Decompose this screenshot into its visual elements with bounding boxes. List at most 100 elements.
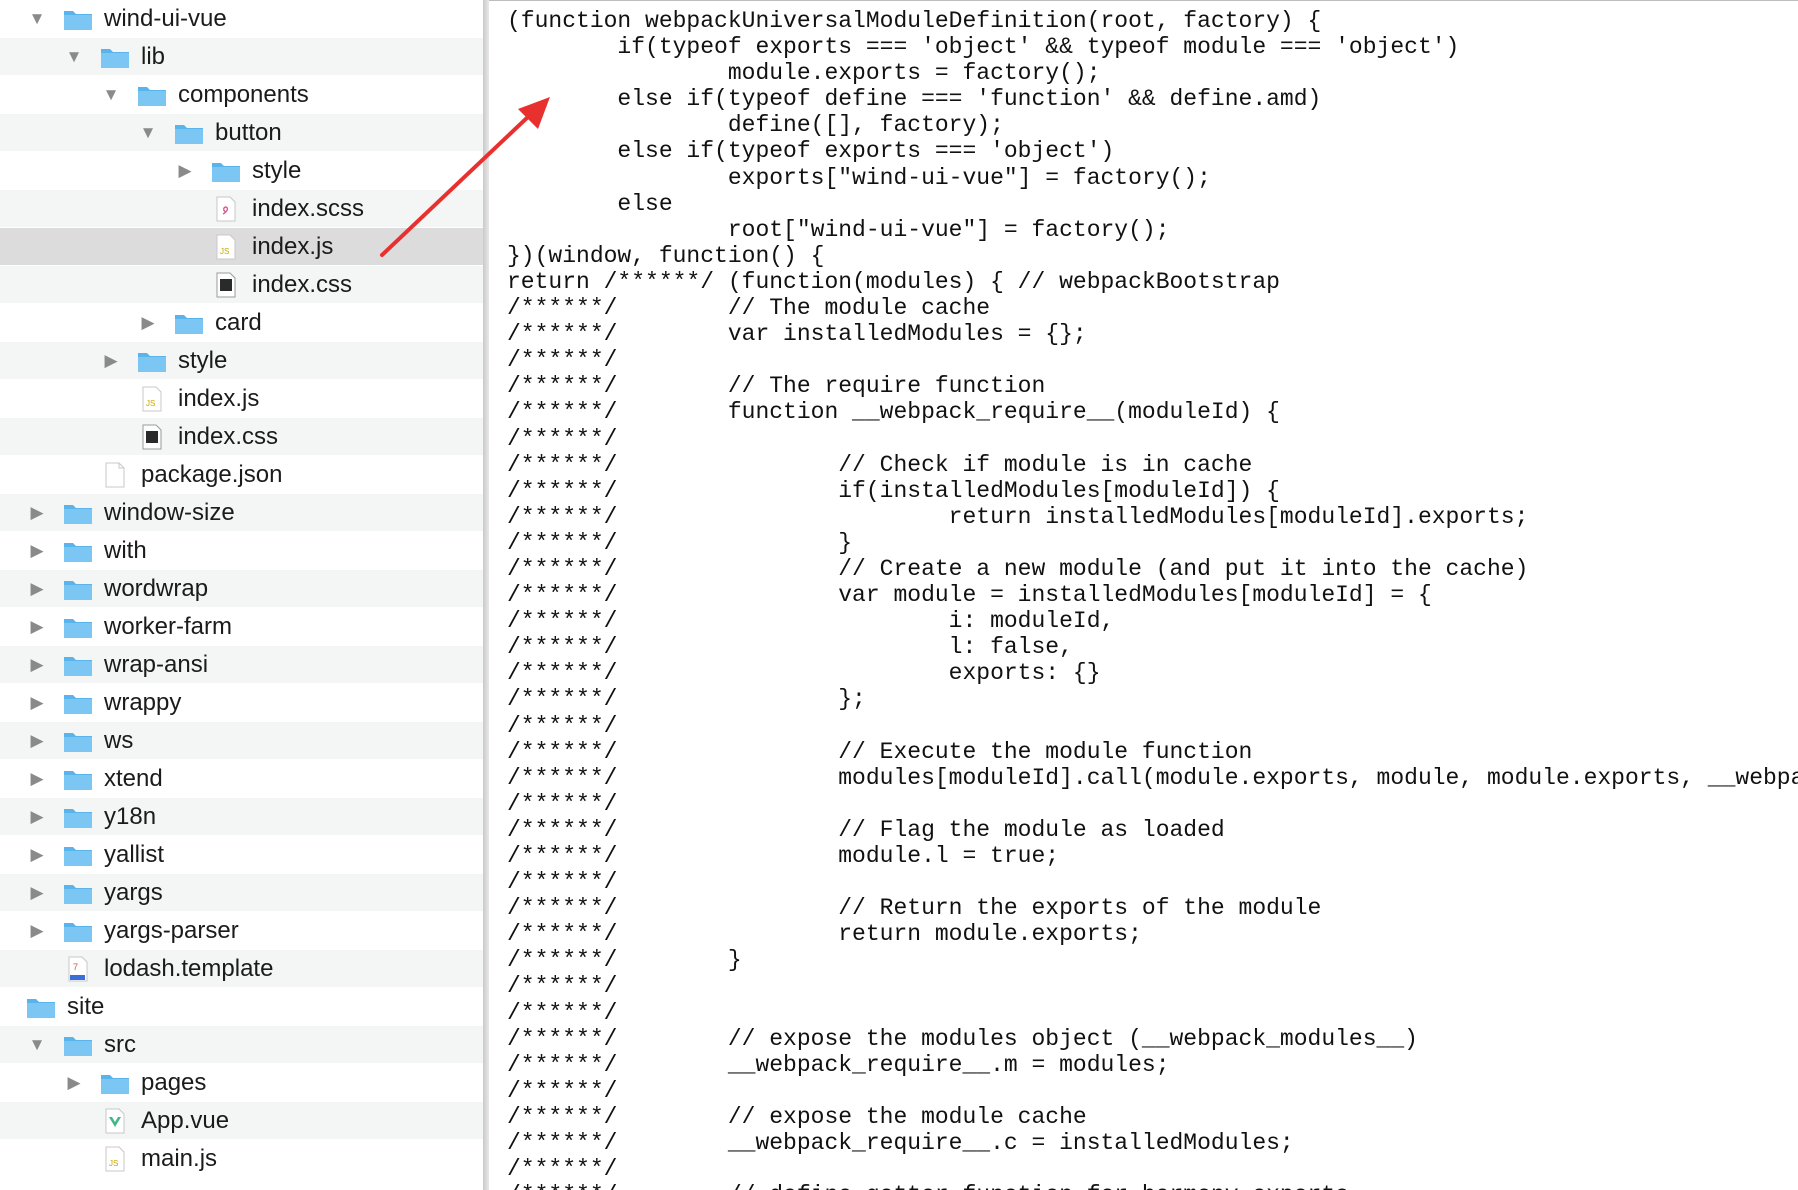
disclosure-open-icon[interactable]: ▼ [63,38,85,76]
folder-icon [62,538,94,564]
vue-file-icon [99,1108,131,1134]
tree-row-label: wrap-ansi [104,651,209,678]
code-text[interactable]: (function webpackUniversalModuleDefiniti… [507,8,1798,1190]
code-line: /******/ } [507,947,742,974]
tree-row[interactable]: ▼ src [0,1026,483,1064]
tree-row[interactable]: JS main.js [0,1140,483,1178]
tree-row[interactable]: ▶ ws [0,722,483,760]
code-line: /******/ [507,973,618,1000]
tree-row[interactable]: JS index.js [0,380,483,418]
tree-row-label: App.vue [141,1107,230,1134]
blank-file-icon [99,462,131,488]
tree-row[interactable]: ▶ worker-farm [0,608,483,646]
disclosure-open-icon[interactable]: ▼ [26,1026,48,1064]
code-line: /******/ return installedModules[moduleI… [507,503,1529,530]
tree-row-label: wordwrap [104,575,209,602]
tree-row[interactable]: ▶ xtend [0,760,483,798]
folder-icon [62,576,94,602]
tree-row[interactable]: ▼ wind-ui-vue [0,0,483,38]
code-line: /******/ // Create a new module (and put… [507,555,1529,582]
tree-row-label: card [215,309,262,336]
tree-row[interactable]: ▶ card [0,304,483,342]
disclosure-closed-icon[interactable]: ▶ [26,646,48,684]
disclosure-closed-icon[interactable]: ▶ [26,798,48,836]
tree-row-label: main.js [141,1145,218,1172]
tree-row[interactable]: App.vue [0,1102,483,1140]
code-line: /******/ modules[moduleId].call(module.e… [507,764,1798,791]
svg-text:JS: JS [220,247,229,256]
disclosure-closed-icon[interactable]: ▶ [26,532,48,570]
folder-icon [62,690,94,716]
tree-row[interactable]: index.css [0,418,483,456]
disclosure-closed-icon[interactable]: ▶ [26,912,48,950]
tree-row-label: src [104,1031,136,1058]
tree-row[interactable]: ▶ style [0,342,483,380]
code-line: /******/ [507,1156,618,1183]
folder-icon [62,652,94,678]
code-line: /******/ [507,999,618,1026]
tree-row[interactable]: 7 lodash.template [0,950,483,988]
js-file-icon: JS [210,234,242,260]
disclosure-closed-icon[interactable]: ▶ [174,152,196,190]
disclosure-closed-icon[interactable]: ▶ [26,836,48,874]
disclosure-closed-icon[interactable]: ▶ [26,684,48,722]
folder-icon [136,82,168,108]
tree-row-label: index.scss [252,195,365,222]
code-line: /******/ // Flag the module as loaded [507,816,1225,843]
disclosure-open-icon[interactable]: ▼ [100,76,122,114]
tree-row[interactable]: ▼ lib [0,38,483,76]
tree-row-label: wind-ui-vue [104,5,227,32]
disclosure-closed-icon[interactable]: ▶ [26,608,48,646]
disclosure-open-icon[interactable]: ▼ [26,0,48,38]
css-file-icon [136,424,168,450]
disclosure-closed-icon[interactable]: ▶ [137,304,159,342]
code-line: })(window, function() { [507,242,825,269]
tree-row[interactable]: ▶ window-size [0,494,483,532]
disclosure-closed-icon[interactable]: ▶ [26,874,48,912]
svg-text:7: 7 [73,962,78,972]
scss-file-icon [210,196,242,222]
tree-row[interactable]: ▶ wrappy [0,684,483,722]
code-line: /******/ // define getter function for h… [507,1182,1798,1190]
tree-row[interactable]: ▶ wrap-ansi [0,646,483,684]
disclosure-closed-icon[interactable]: ▶ [26,722,48,760]
folder-icon [62,6,94,32]
code-line: else [507,190,673,217]
tree-row[interactable]: ▶ yargs [0,874,483,912]
svg-text:JS: JS [146,399,155,408]
disclosure-closed-icon[interactable]: ▶ [26,570,48,608]
tree-row-label: with [104,537,147,564]
code-line: define([], factory); [507,112,1004,139]
tree-row-label: pages [141,1069,207,1096]
code-editor[interactable]: (function webpackUniversalModuleDefiniti… [489,0,1798,1190]
disclosure-closed-icon[interactable]: ▶ [26,494,48,532]
tree-row[interactable]: index.css [0,266,483,304]
code-line: /******/ [507,790,618,817]
code-line: /******/ function __webpack_require__(mo… [507,399,1280,426]
tree-row-label: ws [104,727,134,754]
tree-row[interactable]: ▶ y18n [0,798,483,836]
disclosure-open-icon[interactable]: ▼ [137,114,159,152]
tree-row[interactable]: ▶ yallist [0,836,483,874]
svg-text:JS: JS [109,1159,118,1168]
tree-row[interactable]: ▶ with [0,532,483,570]
code-line: (function webpackUniversalModuleDefiniti… [507,8,1322,34]
tree-row-label: lodash.template [104,955,274,982]
tree-row[interactable]: site [0,988,483,1026]
folder-icon [62,1032,94,1058]
code-line: return /******/ (function(modules) { // … [507,268,1280,295]
js-file-icon: JS [136,386,168,412]
code-line: else if(typeof exports === 'object') [507,138,1115,165]
tree-row[interactable]: ▶ yargs-parser [0,912,483,950]
code-line: /******/ // The require function [507,373,1046,400]
disclosure-closed-icon[interactable]: ▶ [63,1064,85,1102]
code-line: /******/ [507,712,618,739]
disclosure-closed-icon[interactable]: ▶ [100,342,122,380]
tree-row[interactable]: ▶ pages [0,1064,483,1102]
tree-row-label: index.css [252,271,353,298]
tree-row[interactable]: package.json [0,456,483,494]
tree-row[interactable]: ▶ wordwrap [0,570,483,608]
disclosure-closed-icon[interactable]: ▶ [26,760,48,798]
tree-row-label: button [215,119,282,146]
folder-icon [173,310,205,336]
